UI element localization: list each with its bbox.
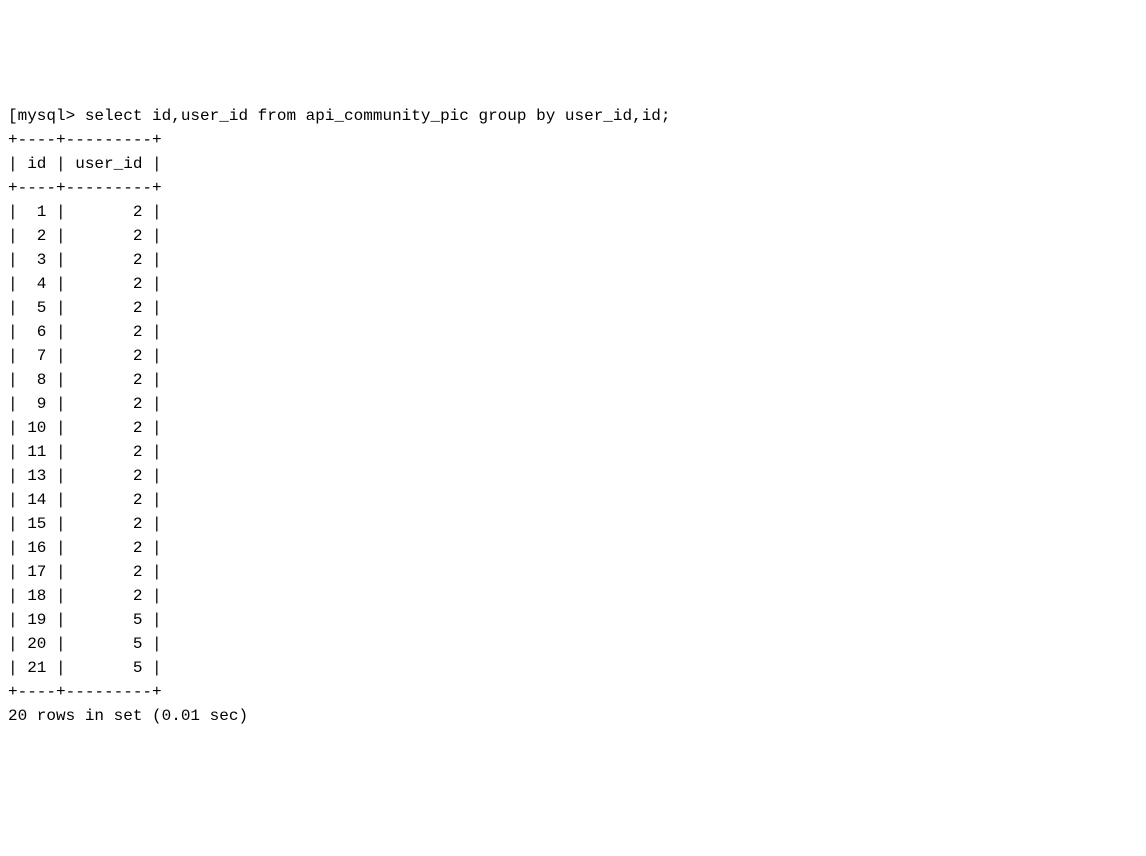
table-header: | id | user_id | [8,155,162,173]
table-border-top: +----+---------+ [8,131,162,149]
mysql-prompt: [mysql> [8,107,85,125]
table-border-bottom: +----+---------+ [8,683,162,701]
mysql-terminal[interactable]: [mysql> select id,user_id from api_commu… [8,104,1138,728]
table-body: | 1 | 2 | | 2 | 2 | | 3 | 2 | | 4 | 2 | … [8,203,162,677]
result-footer: 20 rows in set (0.01 sec) [8,707,248,725]
table-border-mid: +----+---------+ [8,179,162,197]
sql-query: select id,user_id from api_community_pic… [85,107,671,125]
